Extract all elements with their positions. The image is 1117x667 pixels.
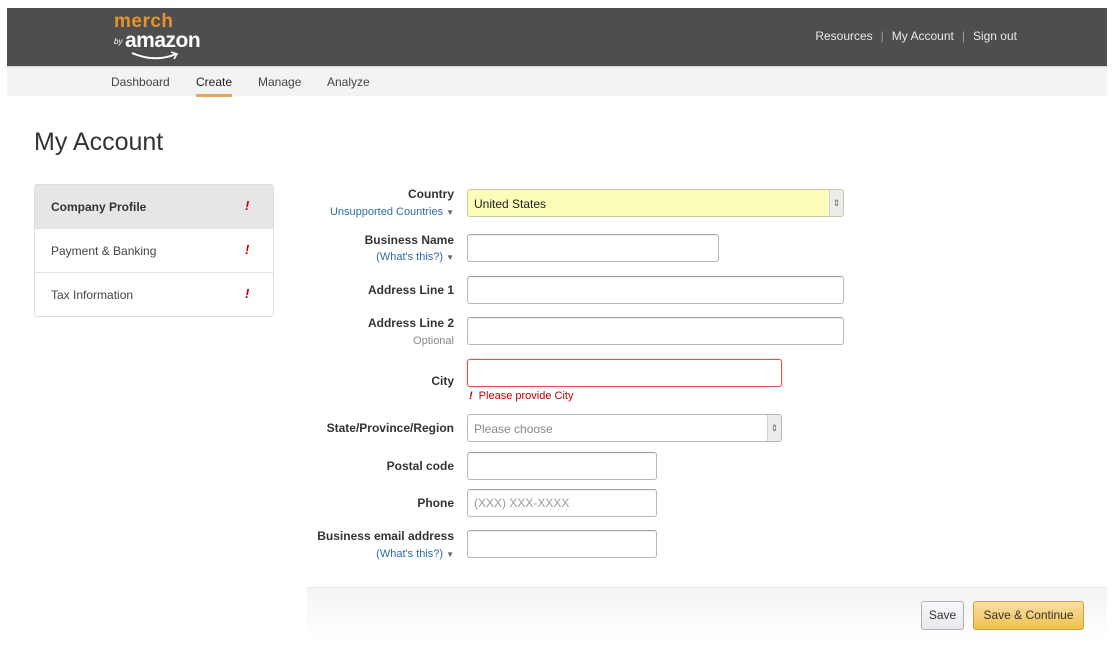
account-sidebar: Company Profile ! Payment & Banking ! Ta…: [34, 184, 274, 317]
top-header: merch by amazon Resources | My Account |…: [7, 8, 1107, 66]
merch-by-amazon-logo[interactable]: merch by amazon: [110, 11, 220, 63]
address-line-2-input[interactable]: [467, 317, 844, 345]
logo-amazon-text: amazon: [125, 29, 201, 52]
sign-out-link[interactable]: Sign out: [973, 29, 1017, 43]
business-email-input[interactable]: [467, 530, 657, 558]
caret-down-icon: ▼: [446, 208, 454, 217]
select-arrows-icon: ⇕: [767, 415, 781, 441]
state-label: State/Province/Region: [326, 421, 454, 435]
city-input[interactable]: [467, 359, 782, 387]
form-action-bar: Save Save & Continue: [307, 587, 1107, 639]
link-separator: |: [961, 29, 965, 43]
tab-create[interactable]: Create: [196, 75, 233, 97]
sidebar-item-label: Company Profile: [51, 200, 147, 214]
page-title: My Account: [34, 128, 164, 156]
error-icon: !: [469, 390, 473, 402]
save-button[interactable]: Save: [921, 601, 964, 630]
business-name-label: Business Name: [364, 233, 454, 247]
postal-code-label: Postal code: [386, 459, 454, 473]
tab-analyze[interactable]: Analyze: [327, 75, 370, 89]
main-nav: Dashboard Create Manage Analyze: [7, 66, 1107, 97]
state-select-placeholder: Please choose: [474, 422, 553, 436]
caret-down-icon: ▼: [446, 253, 454, 262]
city-label: City: [431, 374, 454, 388]
country-select[interactable]: United States ⇕: [467, 189, 844, 217]
tab-manage[interactable]: Manage: [258, 75, 301, 89]
amazon-smile-icon: [131, 51, 179, 60]
country-label: Country: [408, 187, 454, 201]
sidebar-item-label: Payment & Banking: [51, 244, 157, 258]
address-line-1-input[interactable]: [467, 276, 844, 304]
postal-code-input[interactable]: [467, 452, 657, 480]
my-account-link[interactable]: My Account: [892, 29, 954, 43]
state-select[interactable]: Please choose ⇕: [467, 414, 782, 442]
business-email-label: Business email address: [317, 529, 454, 543]
sidebar-item-tax-information[interactable]: Tax Information !: [35, 273, 273, 316]
phone-label: Phone: [417, 496, 454, 510]
unsupported-countries-link[interactable]: Unsupported Countries ▼: [330, 206, 454, 218]
sidebar-item-label: Tax Information: [51, 288, 134, 302]
save-and-continue-button[interactable]: Save & Continue: [973, 601, 1084, 630]
city-error-text: Please provide City: [478, 390, 574, 402]
whats-this-text: (What's this?): [376, 548, 444, 560]
phone-input[interactable]: [467, 489, 657, 517]
sidebar-item-company-profile[interactable]: Company Profile !: [35, 185, 273, 229]
address-line-2-label: Address Line 2: [367, 316, 454, 330]
alert-icon: !: [245, 242, 250, 257]
optional-hint: Optional: [413, 335, 454, 347]
tab-dashboard[interactable]: Dashboard: [111, 75, 170, 89]
link-separator: |: [880, 29, 884, 43]
account-links: Resources | My Account | Sign out: [815, 29, 1017, 43]
unsupported-countries-text: Unsupported Countries: [329, 206, 444, 218]
city-error-message: ! Please provide City: [469, 390, 573, 402]
country-select-value: United States: [474, 197, 547, 211]
whats-this-text: (What's this?): [376, 251, 444, 263]
email-whats-this-link[interactable]: (What's this?) ▼: [376, 548, 454, 560]
alert-icon: !: [245, 198, 250, 213]
business-name-input[interactable]: [467, 234, 719, 262]
logo-by-text: by: [114, 37, 123, 46]
resources-link[interactable]: Resources: [815, 29, 872, 43]
alert-icon: !: [245, 286, 250, 301]
caret-down-icon: ▼: [446, 550, 454, 559]
select-arrows-icon: ⇕: [829, 190, 843, 216]
business-name-whats-this-link[interactable]: (What's this?) ▼: [376, 251, 454, 263]
sidebar-item-payment-banking[interactable]: Payment & Banking !: [35, 229, 273, 273]
address-line-1-label: Address Line 1: [367, 283, 454, 297]
